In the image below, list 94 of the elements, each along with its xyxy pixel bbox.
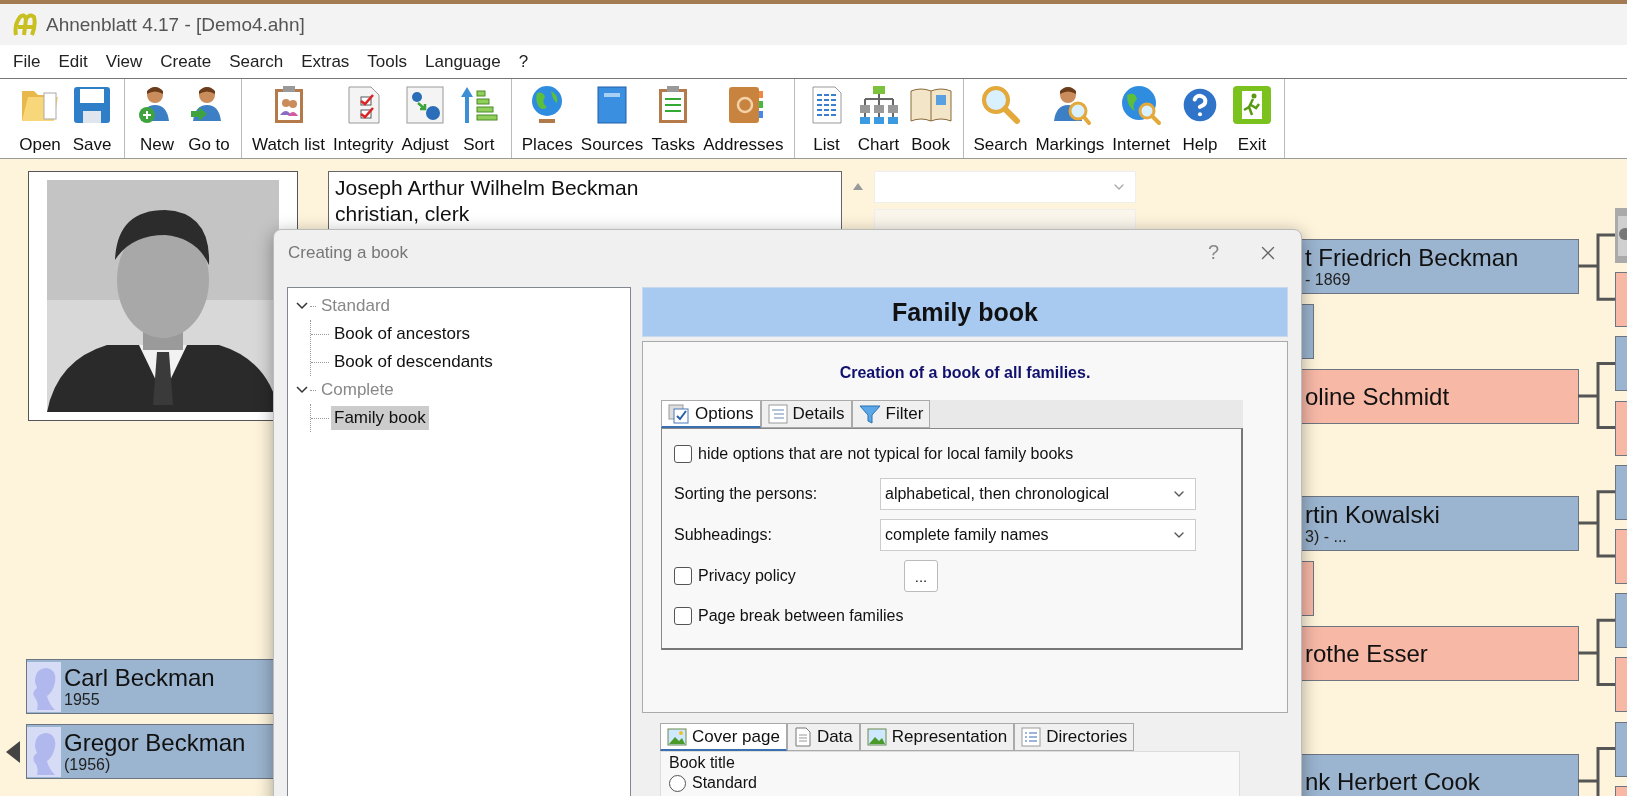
toolbar-button[interactable]: Sort — [452, 79, 505, 158]
scroll-up-icon[interactable] — [852, 181, 864, 191]
tab[interactable]: Details — [760, 400, 852, 428]
menu-item[interactable]: Search — [220, 51, 293, 72]
connector-line — [1578, 747, 1618, 796]
person-dates: 1955 — [64, 691, 101, 709]
app-logo-icon — [12, 10, 38, 39]
checkbox-label: hide options that are not typical for local family books — [698, 445, 1074, 463]
connector-line — [1578, 618, 1618, 686]
toolbar-button[interactable]: Markings — [1031, 79, 1109, 158]
globe-search-icon — [1119, 83, 1164, 127]
image-icon — [866, 728, 887, 746]
checkbox-label: Page break between families — [698, 607, 904, 625]
menu-item[interactable]: Create — [151, 51, 221, 72]
exit-icon — [1230, 83, 1274, 127]
person-name: Gregor Beckman — [64, 729, 246, 756]
group-title: Book title — [669, 754, 736, 772]
toolbar-button[interactable]: Save — [66, 79, 118, 158]
menu-item[interactable]: ? — [509, 51, 538, 72]
window-title: Ahnenblatt 4.17 - [Demo4.ahn] — [46, 13, 305, 36]
browse-button[interactable]: ... — [904, 560, 938, 592]
field-label: Sorting the persons: — [674, 485, 819, 503]
toolbar-button[interactable]: Book — [904, 79, 957, 158]
person-dates: (1956) — [64, 756, 112, 774]
menu-item[interactable]: Extras — [292, 51, 359, 72]
description: Creation of a book of all families. — [838, 364, 1092, 382]
person-card[interactable]: rtin Kowalski 3) - ... — [1301, 496, 1579, 551]
person-silhouette-icon — [27, 726, 61, 777]
radio-button[interactable] — [669, 774, 686, 792]
toolbar-button[interactable]: Help — [1174, 79, 1226, 158]
connector-line — [1578, 361, 1618, 430]
tab[interactable]: Options — [661, 400, 761, 428]
person-silhouette-icon — [27, 661, 61, 712]
checkbox-label: Privacy policy — [698, 567, 797, 585]
toolbar-button[interactable]: Integrity — [329, 79, 398, 158]
tab[interactable]: Cover page — [660, 723, 787, 751]
list-icon — [767, 404, 788, 424]
person-card[interactable]: t Friedrich Beckman - 1869 — [1301, 239, 1579, 294]
toolbar-button[interactable]: Exit — [1226, 79, 1278, 158]
toolbar-button[interactable]: Sources — [576, 79, 648, 158]
tab[interactable]: Data — [786, 723, 860, 751]
tab[interactable]: Representation — [859, 723, 1015, 751]
toolbar-button[interactable]: Open — [14, 79, 66, 158]
toolbar-button[interactable]: New — [131, 79, 183, 158]
toolbar-button[interactable]: Addresses — [699, 79, 788, 158]
toolbar-button[interactable]: Search — [969, 79, 1032, 158]
connector-line — [1578, 490, 1618, 558]
connector-line — [1578, 233, 1618, 301]
menu-item[interactable]: View — [96, 51, 152, 72]
menu-item[interactable]: File — [4, 51, 50, 72]
person-dates: - 1869 — [1305, 271, 1352, 289]
image-icon — [667, 727, 687, 746]
toolbar-button[interactable]: Places — [517, 79, 577, 158]
dropdown-field[interactable]: alphabetical, then chronological — [880, 478, 1196, 510]
toolbar-button[interactable]: Tasks — [647, 79, 700, 158]
radio-label: Standard — [692, 774, 757, 792]
menu-item[interactable]: Language — [416, 51, 510, 72]
person-name: nk Herbert Cook — [1305, 768, 1481, 795]
person-name: rtin Kowalski — [1305, 501, 1441, 528]
person-occupation: christian, clerk — [335, 201, 471, 227]
field-label: Subheadings: — [674, 526, 773, 544]
funnel-icon — [858, 404, 881, 424]
dropdown-field[interactable] — [874, 171, 1136, 203]
left-arrow-icon[interactable] — [6, 741, 20, 763]
dropdown-field[interactable]: complete family names — [880, 519, 1196, 551]
person-card[interactable]: rothe Esser — [1301, 626, 1579, 681]
toolbar-button[interactable]: Adjust — [397, 79, 453, 158]
menu-item[interactable]: Tools — [358, 51, 417, 72]
menu-item[interactable]: Edit — [49, 51, 97, 72]
person-name: t Friedrich Beckman — [1305, 244, 1520, 271]
toolbar-button[interactable]: Internet — [1108, 79, 1174, 158]
checkbox[interactable] — [674, 445, 692, 463]
person-name: oline Schmidt — [1305, 383, 1451, 410]
person-card[interactable]: Gregor Beckman (1956) — [26, 724, 276, 779]
person-name: Carl Beckman — [64, 664, 215, 691]
tab[interactable]: Filter — [851, 400, 931, 428]
person-card[interactable]: nk Herbert Cook — [1301, 754, 1579, 796]
toolbar-button[interactable]: List — [800, 79, 853, 158]
document-icon — [793, 727, 812, 747]
person-name: rothe Esser — [1305, 640, 1429, 667]
list-icon — [1021, 727, 1042, 747]
section-heading: Family book — [642, 287, 1288, 337]
toolbar-button[interactable]: Chart — [852, 79, 905, 158]
person-dates: 3) - ... — [1305, 528, 1348, 546]
toolbar-button[interactable]: Watch list — [248, 79, 330, 158]
checkbox[interactable] — [674, 567, 692, 585]
checkbox-icon — [668, 403, 690, 424]
person-name: Joseph Arthur Wilhelm Beckman — [335, 175, 640, 201]
person-card[interactable]: oline Schmidt — [1301, 369, 1579, 424]
tab[interactable]: Directories — [1014, 723, 1135, 751]
dialog-title: Creating a book — [288, 242, 410, 263]
toolbar-button[interactable]: Go to — [183, 79, 235, 158]
person-card[interactable]: Carl Beckman 1955 — [26, 659, 276, 714]
checkbox[interactable] — [674, 607, 692, 625]
